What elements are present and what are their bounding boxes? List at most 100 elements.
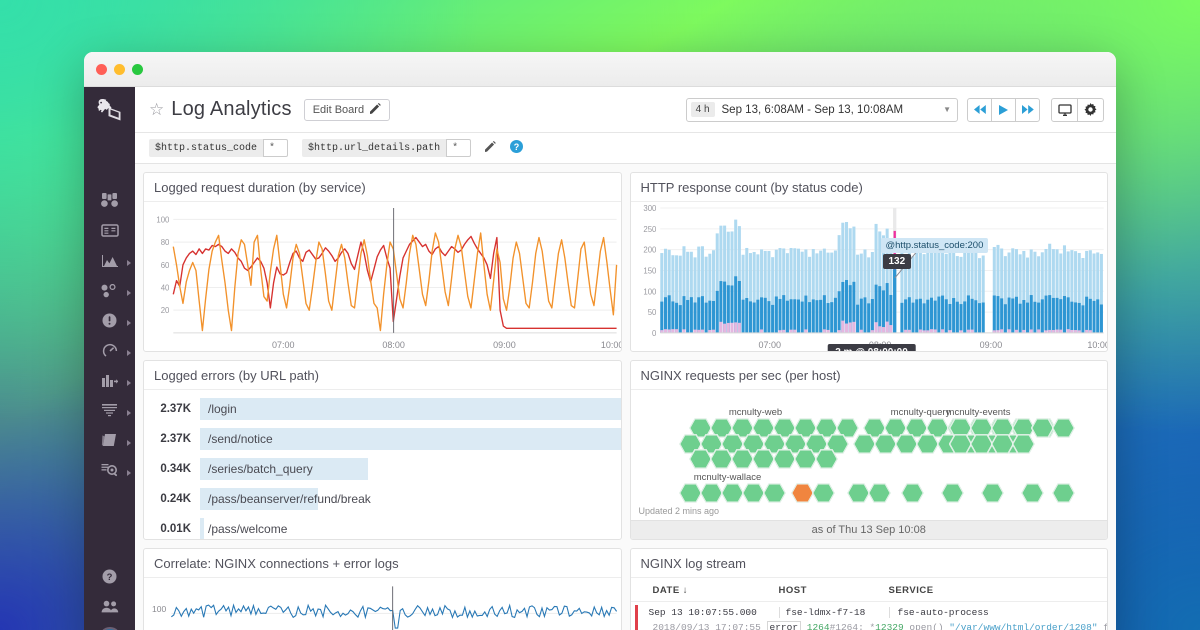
hostmap-updated-label: Updated 2 mins ago bbox=[638, 506, 720, 516]
host-group-label: mcnulty-events bbox=[946, 407, 1011, 418]
svg-text:?: ? bbox=[107, 572, 113, 583]
chevron-down-icon[interactable]: ▼ bbox=[943, 105, 951, 114]
host-hexagon[interactable] bbox=[814, 449, 838, 469]
host-hexagon[interactable] bbox=[762, 483, 786, 503]
host-hexagon[interactable] bbox=[1020, 483, 1044, 503]
error-count: 2.37K bbox=[160, 433, 191, 445]
time-range-selector[interactable]: 4 h Sep 13, 6:08AM - Sep 13, 10:08AM ▼ bbox=[685, 97, 958, 122]
host-hexagon[interactable] bbox=[873, 433, 897, 454]
host-hexagon[interactable] bbox=[688, 449, 712, 469]
host-hexagon[interactable] bbox=[811, 483, 835, 503]
host-hexagon[interactable] bbox=[969, 433, 993, 454]
host-hexagon[interactable] bbox=[790, 483, 814, 503]
play-button[interactable] bbox=[991, 97, 1016, 122]
filters-help-circle-icon[interactable]: ? bbox=[510, 140, 524, 156]
sidebar-item-help[interactable]: ? bbox=[84, 564, 135, 594]
main-content: ☆ Log Analytics Edit Board 4 h Sep 13, 6… bbox=[135, 87, 1116, 630]
col-date[interactable]: DATE ↓ bbox=[631, 585, 779, 596]
host-hexagon[interactable] bbox=[720, 483, 744, 503]
table-row[interactable]: 0.24K/pass/beanserver/refund/break bbox=[144, 484, 621, 514]
error-bar-fill bbox=[200, 398, 621, 420]
table-row[interactable]: 0.34K/series/batch_query bbox=[144, 454, 621, 484]
host-hexagon[interactable] bbox=[846, 483, 870, 503]
sidebar-item-synthetics[interactable] bbox=[84, 458, 135, 488]
host-hexagon[interactable] bbox=[915, 433, 939, 454]
facet-key: $http.url_details.path bbox=[302, 139, 447, 157]
datadog-dog-logo[interactable] bbox=[84, 87, 135, 133]
correlate-chart[interactable]: 100 bbox=[144, 578, 621, 630]
log-host: fse-ldmx-f7-18 bbox=[778, 607, 889, 618]
host-hexagon[interactable] bbox=[751, 449, 775, 469]
sidebar-item-search[interactable] bbox=[84, 188, 135, 218]
sidebar-item-dashboards[interactable] bbox=[84, 218, 135, 248]
host-hexagon[interactable] bbox=[699, 483, 723, 503]
host-hexagon[interactable] bbox=[793, 449, 817, 469]
error-bar: /series/batch_query bbox=[200, 458, 621, 480]
log-service: fse-auto-process bbox=[888, 607, 989, 618]
table-row[interactable]: 2.37K/login bbox=[144, 394, 621, 424]
sidebar-item-apm[interactable] bbox=[84, 338, 135, 368]
sidebar-item-monitors[interactable] bbox=[84, 308, 135, 338]
close-window-button[interactable] bbox=[96, 63, 107, 75]
step-back-button[interactable] bbox=[967, 97, 992, 122]
pencil-icon bbox=[370, 102, 381, 117]
facet-value-input[interactable]: * bbox=[263, 139, 289, 157]
facet-value-input[interactable]: * bbox=[446, 139, 472, 157]
panel-title: NGINX log stream bbox=[630, 549, 1107, 578]
host-hexagon[interactable] bbox=[948, 433, 972, 454]
sidebar-item-team[interactable] bbox=[84, 594, 135, 624]
host-hexagon[interactable] bbox=[730, 449, 754, 469]
edit-filters-pencil-icon[interactable] bbox=[485, 141, 496, 155]
host-hexagon[interactable] bbox=[709, 449, 733, 469]
col-service[interactable]: SERVICE bbox=[889, 585, 934, 596]
step-forward-button[interactable] bbox=[1015, 97, 1040, 122]
host-hexagon[interactable] bbox=[900, 483, 924, 503]
sidebar-item-metrics[interactable] bbox=[84, 248, 135, 278]
facet-filter-url-path[interactable]: $http.url_details.path * bbox=[302, 139, 472, 157]
sidebar-item-notebooks[interactable] bbox=[84, 428, 135, 458]
error-bar: /pass/beanserver/refund/break bbox=[200, 488, 621, 510]
facet-filter-status-code[interactable]: $http.status_code * bbox=[149, 139, 289, 157]
host-hexagon[interactable] bbox=[1051, 483, 1075, 503]
hostmap-body[interactable]: mcnulty-web mcnulty-query mcnulty-events mc… bbox=[631, 390, 1108, 520]
presentation-mode-button[interactable] bbox=[1051, 97, 1078, 122]
sidebar-item-profile[interactable] bbox=[84, 624, 135, 630]
log-stream-body[interactable]: DATE ↓ HOST SERVICE Sep 13 10:07:55.000 … bbox=[630, 578, 1108, 630]
window-titlebar bbox=[84, 52, 1116, 87]
sidebar-item-logs[interactable] bbox=[84, 398, 135, 428]
host-hexagon[interactable] bbox=[852, 433, 876, 454]
sidebar-item-integrations[interactable] bbox=[84, 278, 135, 308]
error-path-label: /series/batch_query bbox=[208, 462, 313, 476]
host-hexagon[interactable] bbox=[1030, 418, 1054, 438]
host-group-label: mcnulty-wallace bbox=[693, 472, 762, 483]
host-hexagon[interactable] bbox=[867, 483, 891, 503]
table-row[interactable]: 2.37K/send/notice bbox=[144, 424, 621, 454]
log-row[interactable]: Sep 13 10:07:55.000 fse-ldmx-f7-18 fse-a… bbox=[631, 602, 1108, 630]
monitor-search-icon bbox=[101, 463, 118, 483]
board-settings-button[interactable] bbox=[1077, 97, 1104, 122]
host-hexagon[interactable] bbox=[980, 483, 1004, 503]
maximize-window-button[interactable] bbox=[132, 63, 143, 75]
host-hexagon[interactable] bbox=[772, 449, 796, 469]
responses-chart[interactable]: 050100150200250300 07:0008:0009:0010:00 … bbox=[631, 202, 1107, 351]
edit-board-button[interactable]: Edit Board bbox=[303, 98, 391, 121]
log-message-part: "/var/www/html/order/1208" bbox=[949, 622, 1098, 630]
star-outline-icon[interactable]: ☆ bbox=[149, 100, 164, 120]
table-row[interactable]: 0.01K/pass/welcome bbox=[144, 514, 621, 539]
host-hexagon[interactable] bbox=[894, 433, 918, 454]
error-path-label: /send/notice bbox=[208, 432, 273, 446]
log-date: Sep 13 10:07:55.000 bbox=[648, 607, 757, 618]
log-message-part: 2018/09/13 17:07:55 bbox=[652, 622, 767, 630]
host-hexagon[interactable] bbox=[990, 433, 1014, 454]
minimize-window-button[interactable] bbox=[114, 63, 125, 75]
duration-chart[interactable]: 20 40 60 80 100 07:00 08:00 09:00 10:00 bbox=[144, 202, 621, 351]
page-title: Log Analytics bbox=[171, 98, 292, 120]
host-hexagon[interactable] bbox=[1051, 418, 1075, 438]
host-hexagon[interactable] bbox=[678, 483, 702, 503]
sidebar-item-infrastructure[interactable] bbox=[84, 368, 135, 398]
notebook-icon bbox=[101, 433, 118, 453]
host-hexagon[interactable] bbox=[940, 483, 964, 503]
col-host[interactable]: HOST bbox=[779, 585, 889, 596]
host-hexagon[interactable] bbox=[741, 483, 765, 503]
hexagon-hostmap[interactable]: mcnulty-web mcnulty-query mcnulty-events mc… bbox=[631, 390, 1108, 520]
